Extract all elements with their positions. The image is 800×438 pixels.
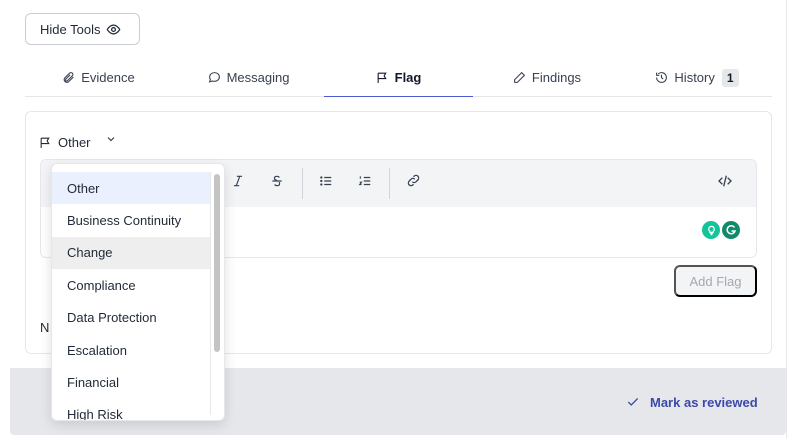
mark-as-reviewed-button[interactable]: Mark as reviewed — [626, 392, 758, 412]
code-view-button[interactable] — [714, 172, 736, 194]
flag-type-value: Other — [58, 134, 91, 150]
pencil-icon — [513, 71, 526, 84]
bullet-list-icon — [319, 174, 333, 193]
link-icon — [406, 173, 421, 193]
dropdown-scrollbar[interactable] — [214, 174, 220, 352]
dropdown-option-financial[interactable]: Financial — [52, 366, 210, 398]
hide-tools-button[interactable]: Hide Tools — [25, 13, 140, 45]
panel-border — [786, 0, 787, 438]
notes-label-partial: N — [40, 320, 50, 335]
tab-flag[interactable]: Flag — [324, 58, 473, 97]
tab-findings[interactable]: Findings — [473, 58, 621, 97]
numbered-list-button[interactable] — [354, 172, 376, 194]
mark-as-reviewed-label: Mark as reviewed — [650, 394, 758, 410]
dropdown-option-business-continuity[interactable]: Business Continuity — [52, 204, 210, 236]
tab-evidence-label: Evidence — [81, 70, 135, 85]
tab-bar: Evidence Messaging Flag Findings History… — [25, 58, 772, 97]
history-count-badge: 1 — [721, 68, 739, 87]
add-flag-button[interactable]: Add Flag — [674, 265, 757, 297]
italic-icon — [231, 174, 245, 193]
paperclip-icon — [62, 71, 75, 84]
dropdown-option-high-risk[interactable]: High Risk — [52, 399, 210, 420]
dropdown-option-compliance[interactable]: Compliance — [52, 269, 210, 301]
chat-bubble-icon — [208, 71, 221, 84]
tab-messaging[interactable]: Messaging — [175, 58, 322, 97]
dropdown-option-data-protection[interactable]: Data Protection — [52, 302, 210, 334]
grammarly-icon[interactable] — [722, 221, 740, 239]
chevron-down-icon — [105, 133, 117, 145]
lightbulb-icon[interactable] — [702, 221, 720, 239]
hide-tools-label: Hide Tools — [40, 21, 101, 37]
dropdown-option-escalation[interactable]: Escalation — [52, 334, 210, 366]
numbered-list-icon — [358, 174, 372, 193]
toolbar-divider — [389, 168, 390, 199]
tab-evidence[interactable]: Evidence — [25, 58, 172, 97]
history-icon — [655, 71, 668, 84]
eye-icon — [106, 22, 121, 37]
tab-findings-label: Findings — [531, 70, 582, 85]
italic-button[interactable] — [227, 172, 249, 194]
tab-messaging-label: Messaging — [226, 70, 290, 85]
tab-flag-label: Flag — [394, 69, 422, 85]
dropdown-options: Other Business Continuity Change Complia… — [52, 172, 210, 420]
dropdown-option-other[interactable]: Other — [52, 172, 210, 205]
flag-icon — [376, 71, 389, 84]
tab-history-label: History — [674, 70, 715, 85]
flag-icon — [39, 136, 52, 149]
grammarly-widget[interactable] — [702, 221, 740, 239]
dropdown-scroll-track — [210, 172, 211, 415]
strikethrough-icon — [270, 174, 284, 193]
code-icon — [717, 173, 733, 194]
check-icon — [626, 395, 640, 409]
bullet-list-button[interactable] — [315, 172, 337, 194]
flag-type-select[interactable]: Other — [39, 131, 117, 153]
link-button[interactable] — [402, 172, 424, 194]
strikethrough-button[interactable] — [266, 172, 288, 194]
toolbar-divider — [302, 168, 303, 199]
flag-type-dropdown[interactable]: Other Business Continuity Change Complia… — [51, 163, 225, 421]
dropdown-option-change[interactable]: Change — [52, 236, 210, 270]
tab-history[interactable]: History 1 — [622, 58, 772, 97]
